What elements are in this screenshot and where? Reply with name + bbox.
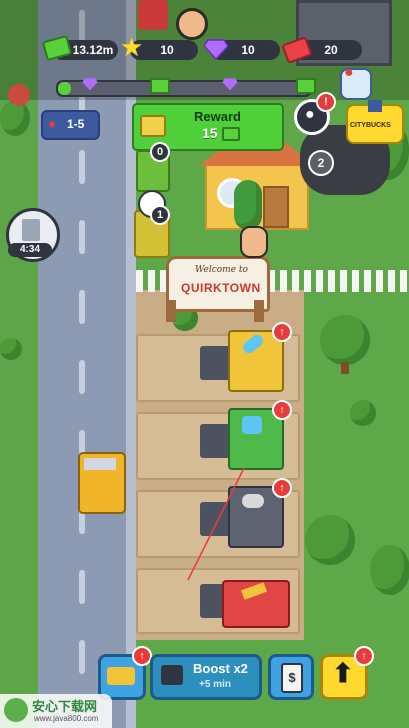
can-icon	[242, 494, 264, 508]
cash-value: 13.12m	[72, 43, 114, 57]
progress-fill	[58, 82, 71, 95]
truck-icon	[107, 667, 135, 685]
user-icon: ●	[305, 106, 315, 123]
truck-upgrade-badge: ↑	[132, 646, 152, 666]
tree	[370, 545, 409, 595]
sign-line2: QUIRKTOWN	[181, 281, 261, 295]
can-recycler[interactable]	[200, 486, 284, 548]
berry-bush	[8, 84, 30, 106]
city-button[interactable]: CITYBUCKS	[346, 100, 404, 144]
shop-card-icon: $	[281, 663, 303, 693]
worker-character	[240, 226, 268, 258]
timer-value: 4:34	[19, 244, 40, 255]
garbage-truck	[78, 452, 126, 514]
boost-button[interactable]: Boost x2 +5 min	[150, 654, 262, 700]
trash-can-icon	[22, 219, 40, 241]
pile-count: 2	[317, 156, 325, 170]
boost-subtitle: +5 min	[199, 679, 231, 690]
timer-pill: 4:34	[8, 243, 52, 257]
level-badge[interactable]: ● 1-5	[41, 110, 100, 140]
reward-amount: 15	[202, 125, 218, 141]
pile-count-badge: 2	[308, 150, 334, 176]
map-button[interactable]: ●	[340, 64, 372, 100]
watermark-logo-icon	[4, 698, 28, 722]
star-icon: ★	[120, 32, 144, 62]
profile-alert-badge: !	[316, 92, 336, 112]
gems-value: 10	[241, 43, 255, 57]
bush	[0, 338, 22, 360]
reward-ticket-icon	[140, 115, 166, 137]
video-icon	[161, 665, 183, 685]
watermark: 安心下载网 www.java800.com	[0, 694, 112, 728]
green-bin-count: 0	[150, 142, 170, 162]
location-pin-icon: ●	[48, 116, 56, 131]
paper-recycler[interactable]	[200, 576, 290, 628]
arrow-up-icon: ⬆	[332, 658, 354, 688]
jug-icon	[242, 416, 262, 434]
blue-bin-count-value: 1	[156, 208, 164, 221]
gem-icon	[204, 39, 228, 60]
red-trash-can	[138, 0, 168, 30]
glass-recycler[interactable]	[200, 408, 284, 470]
upgrade-badge-2[interactable]: ↑	[272, 400, 292, 420]
city-building-icon	[368, 100, 382, 112]
boost-title: Boost x2	[193, 661, 248, 676]
cypress-tree	[234, 180, 262, 230]
watermark-title: 安心下载网	[32, 699, 98, 714]
level-value: 1-5	[67, 117, 85, 131]
upgrade-badge-1[interactable]: ↑	[272, 322, 292, 342]
sign-line1: Welcome to	[195, 265, 248, 275]
tree-trunk	[341, 362, 349, 374]
map-pin-icon: ●	[344, 64, 354, 81]
reward-cash-icon	[222, 127, 240, 141]
stars-value: 10	[160, 43, 174, 57]
reward-title: Reward	[194, 109, 241, 124]
sign-post-right	[254, 300, 264, 322]
city-label: CITYBUCKS	[350, 122, 391, 129]
tickets-value: 20	[324, 43, 338, 57]
character-top	[176, 8, 208, 40]
blue-bin-count: 1	[150, 205, 170, 225]
green-bin-count-value: 0	[156, 145, 164, 158]
tree	[305, 515, 355, 565]
progress-cash-icon	[296, 78, 316, 94]
shop-button[interactable]: $	[268, 654, 314, 700]
upgrade-alert-badge: ↑	[354, 646, 374, 666]
bottle-recycler[interactable]	[200, 330, 284, 392]
progress-cash-icon	[150, 78, 170, 94]
bush	[350, 400, 376, 426]
upgrade-badge-3[interactable]: ↑	[272, 478, 292, 498]
progress-gem-icon	[82, 78, 98, 91]
progress-gem-icon	[222, 78, 238, 91]
sign-post-left	[166, 300, 176, 322]
tree	[320, 315, 370, 365]
watermark-url: www.java800.com	[34, 714, 99, 723]
